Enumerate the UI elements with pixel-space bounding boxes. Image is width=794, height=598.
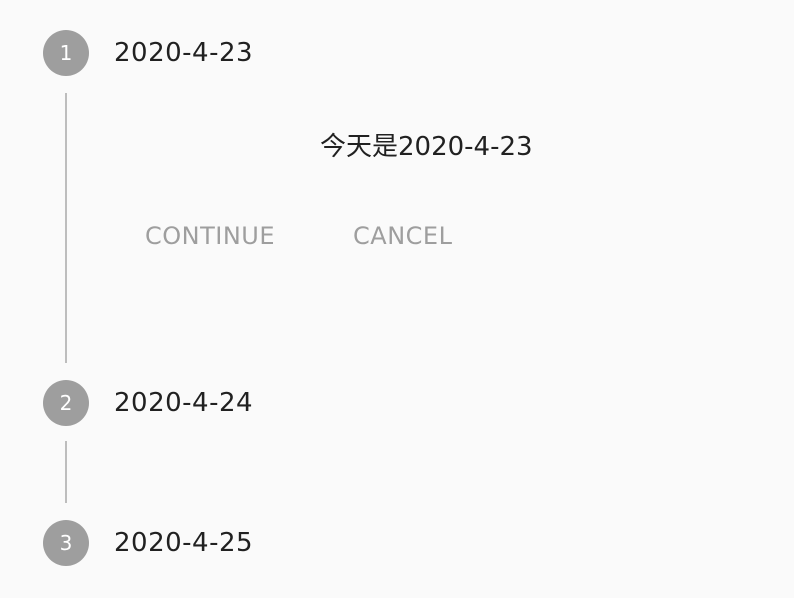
step-2-connector-line (65, 441, 67, 503)
continue-button[interactable]: CONTINUE (145, 222, 275, 250)
step-1-content-text: 今天是2020-4-23 (320, 132, 533, 162)
step-1-number: 1 (59, 41, 73, 65)
cancel-button[interactable]: CANCEL (353, 222, 452, 250)
step-2-number: 2 (59, 391, 73, 415)
step-1-content: 今天是2020-4-23 CONTINUE CANCEL (145, 110, 745, 290)
step-2-title: 2020-4-24 (114, 388, 254, 418)
step-2-header[interactable]: 2 2020-4-24 (43, 380, 253, 426)
step-3-number-circle: 3 (43, 520, 89, 566)
step-1-connector-line (65, 93, 67, 363)
vertical-stepper: 1 2020-4-23 今天是2020-4-23 CONTINUE CANCEL… (0, 0, 794, 598)
step-1-controls: CONTINUE CANCEL (145, 222, 452, 250)
step-3-number: 3 (59, 531, 73, 555)
step-3-title: 2020-4-25 (114, 528, 254, 558)
step-1-header[interactable]: 1 2020-4-23 (43, 30, 253, 76)
step-1-number-circle: 1 (43, 30, 89, 76)
step-1-title: 2020-4-23 (114, 38, 254, 68)
step-3-header[interactable]: 3 2020-4-25 (43, 520, 253, 566)
step-2-number-circle: 2 (43, 380, 89, 426)
